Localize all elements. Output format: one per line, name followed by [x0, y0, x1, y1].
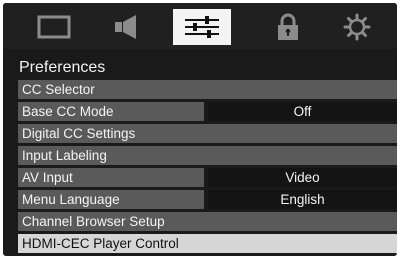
- menu-item-label: Input Labeling: [22, 148, 107, 163]
- menu-item-label: AV Input: [22, 170, 73, 185]
- scroll-down-icon[interactable]: [396, 253, 397, 256]
- menu-item-label: Digital CC Settings: [22, 126, 136, 141]
- menu-item-label-cell: AV Input: [18, 168, 204, 187]
- menu-item-value: English: [208, 190, 397, 209]
- menu-item-label: CC Selector: [22, 82, 95, 97]
- picture-icon: [37, 15, 71, 39]
- menu-item-label-cell: Base CC Mode: [18, 102, 204, 121]
- menu-item-label: Channel Browser Setup: [22, 214, 165, 229]
- menu-item-value: Off: [208, 102, 397, 121]
- menu-item-value: Video: [208, 168, 397, 187]
- tv-menu-screen: Preferences CC Selector Base CC Mode Off…: [3, 3, 397, 256]
- speaker-icon: [115, 15, 136, 39]
- tab-lock[interactable]: [259, 9, 317, 45]
- tab-picture[interactable]: [25, 9, 83, 45]
- page-title: Preferences: [19, 59, 106, 76]
- menu-item-base-cc-mode[interactable]: Base CC Mode Off: [18, 102, 397, 121]
- tab-audio[interactable]: [98, 9, 156, 45]
- preferences-menu: CC Selector Base CC Mode Off Digital CC …: [18, 80, 397, 256]
- menu-tab-bar: [3, 3, 397, 49]
- menu-item-cc-selector[interactable]: CC Selector: [18, 80, 397, 99]
- menu-item-channel-browser-setup[interactable]: Channel Browser Setup: [18, 212, 397, 231]
- menu-item-label: HDMI-CEC Player Control: [22, 236, 179, 251]
- menu-item-menu-language[interactable]: Menu Language English: [18, 190, 397, 209]
- tab-settings[interactable]: [328, 9, 386, 45]
- lock-icon: [278, 13, 298, 40]
- menu-item-digital-cc-settings[interactable]: Digital CC Settings: [18, 124, 397, 143]
- menu-item-label: Base CC Mode: [22, 104, 114, 119]
- menu-item-input-labeling[interactable]: Input Labeling: [18, 146, 397, 165]
- tab-preferences[interactable]: [173, 9, 231, 45]
- menu-item-label-cell: Menu Language: [18, 190, 204, 209]
- menu-item-av-input[interactable]: AV Input Video: [18, 168, 397, 187]
- sliders-icon: [185, 16, 219, 38]
- gear-icon: [343, 13, 371, 41]
- menu-item-label: Menu Language: [22, 192, 120, 207]
- menu-item-hdmi-cec-player-control[interactable]: HDMI-CEC Player Control: [18, 234, 397, 253]
